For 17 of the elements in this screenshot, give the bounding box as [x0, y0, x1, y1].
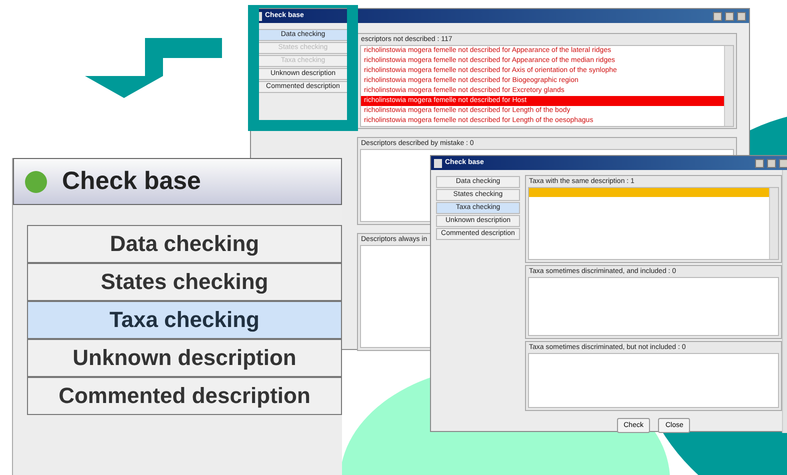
nav-item[interactable]: Data checking: [27, 225, 342, 263]
minimize-button[interactable]: [755, 158, 764, 168]
window-title: Check base: [62, 166, 201, 197]
maximize-button[interactable]: [725, 12, 734, 20]
nav-item[interactable]: Unknown description: [27, 339, 342, 377]
minimize-button[interactable]: [713, 12, 722, 20]
maximize-button[interactable]: [767, 158, 776, 168]
app-icon: [434, 158, 442, 168]
app-icon: [25, 170, 47, 192]
close-button[interactable]: [737, 12, 746, 20]
nav-item[interactable]: States checking: [27, 263, 342, 301]
nav-item[interactable]: Commented description: [27, 377, 342, 415]
nav-item[interactable]: Taxa checking: [27, 301, 342, 339]
scrollbar[interactable]: [769, 188, 778, 259]
arrow-icon: [85, 38, 222, 98]
scrollbar[interactable]: [724, 46, 733, 126]
close-button[interactable]: [779, 158, 787, 168]
